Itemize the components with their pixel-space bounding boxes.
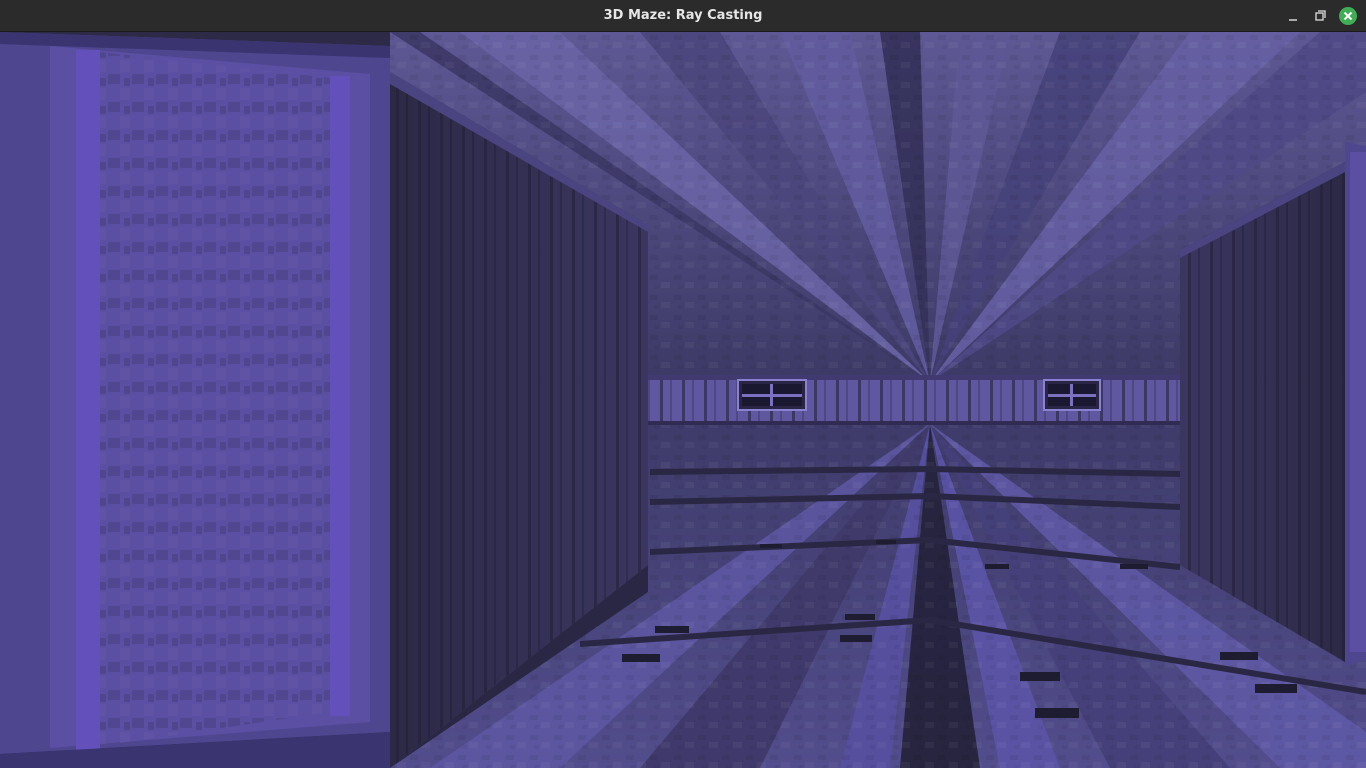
game-viewport[interactable] <box>0 32 1366 768</box>
maximize-icon <box>1310 6 1330 26</box>
far-window-right <box>1043 379 1101 411</box>
near-wall-block <box>0 32 390 768</box>
raycast-scene <box>0 32 1366 768</box>
title-bar[interactable]: 3D Maze: Ray Casting <box>0 0 1366 32</box>
close-button[interactable] <box>1338 6 1358 26</box>
app-window: 3D Maze: Ray Casting <box>0 0 1366 768</box>
maximize-button[interactable] <box>1310 6 1330 26</box>
minimize-icon <box>1283 6 1303 26</box>
far-window-left <box>737 379 807 411</box>
close-icon <box>1338 6 1358 26</box>
minimize-button[interactable] <box>1283 6 1303 26</box>
window-title: 3D Maze: Ray Casting <box>603 8 763 23</box>
far-wall <box>648 375 1180 425</box>
right-edge-wall <box>1345 142 1366 666</box>
